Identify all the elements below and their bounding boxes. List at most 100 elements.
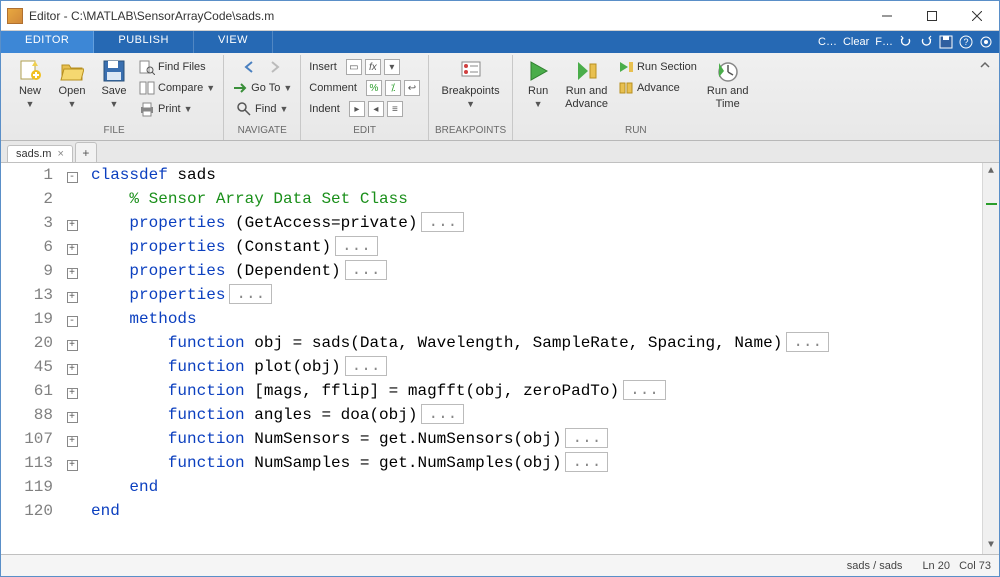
redo-icon[interactable] <box>919 35 933 49</box>
comment-row[interactable]: Comment % ⁒ ↩ <box>307 78 422 98</box>
fold-expand-icon[interactable]: + <box>67 244 78 255</box>
add-tab-button[interactable]: + <box>75 142 97 162</box>
status-position: Ln 20 Col 73 <box>922 560 991 572</box>
group-navigate: Go To ▼ Find ▼ NAVIGATE <box>224 55 301 140</box>
find-label: Find <box>255 103 276 115</box>
indent-right-icon[interactable]: ▸ <box>349 101 365 117</box>
goto-button[interactable]: Go To ▼ <box>230 78 294 98</box>
fold-column[interactable]: - + + + + - + + + + + + <box>61 163 83 554</box>
code-line[interactable]: function NumSamples = get.NumSamples(obj… <box>91 451 982 475</box>
scroll-down-icon[interactable]: ▼ <box>983 537 999 554</box>
insert-label: Insert <box>309 61 337 73</box>
line-number: 120 <box>1 499 53 523</box>
collapse-ribbon[interactable] <box>975 55 995 140</box>
breakpoints-button[interactable]: Breakpoints▼ <box>438 57 504 112</box>
code-line[interactable]: end <box>91 475 982 499</box>
compare-button[interactable]: Compare ▼ <box>137 78 217 98</box>
code-line[interactable]: classdef sads <box>91 163 982 187</box>
save-label: Save <box>101 85 126 97</box>
code-line[interactable]: properties (Dependent)... <box>91 259 982 283</box>
vertical-scrollbar[interactable]: ▲ ▼ <box>982 163 999 554</box>
code-line[interactable]: properties (GetAccess=private)... <box>91 211 982 235</box>
indent-left-icon[interactable]: ◂ <box>368 101 384 117</box>
fold-expand-icon[interactable]: + <box>67 340 78 351</box>
undo-icon[interactable] <box>899 35 913 49</box>
find-icon <box>236 101 252 117</box>
find-button[interactable]: Find ▼ <box>234 99 290 119</box>
line-number: 61 <box>1 379 53 403</box>
line-number: 2 <box>1 187 53 211</box>
fold-expand-icon[interactable]: + <box>67 364 78 375</box>
tab-view[interactable]: VIEW <box>194 31 273 53</box>
run-button[interactable]: Run▼ <box>519 57 557 112</box>
close-icon[interactable]: × <box>57 148 63 160</box>
fold-expand-icon[interactable]: + <box>67 292 78 303</box>
target-icon[interactable] <box>979 35 993 49</box>
line-number: 9 <box>1 259 53 283</box>
insert-section-icon[interactable]: ▭ <box>346 59 362 75</box>
save-button[interactable]: Save▼ <box>95 57 133 112</box>
fold-expand-icon[interactable]: + <box>67 436 78 447</box>
nav-arrows[interactable] <box>240 57 284 77</box>
file-tab-sads[interactable]: sads.m × <box>7 145 73 162</box>
insert-row[interactable]: Insert ▭ fx ▾ <box>307 57 422 77</box>
quick-access-clear[interactable]: Clear <box>843 36 869 48</box>
tab-editor[interactable]: EDITOR <box>1 31 94 53</box>
code-line[interactable]: methods <box>91 307 982 331</box>
compare-icon <box>139 80 155 96</box>
indent-auto-icon[interactable]: ≡ <box>387 101 403 117</box>
quick-access-c[interactable]: C… <box>818 36 837 48</box>
find-files-button[interactable]: Find Files <box>137 57 217 77</box>
comment-wrap-icon[interactable]: ↩ <box>404 80 420 96</box>
group-breakpoints-label: BREAKPOINTS <box>435 125 506 138</box>
run-time-button[interactable]: Run and Time <box>703 57 753 112</box>
fold-collapse-icon[interactable]: - <box>67 316 78 327</box>
new-button[interactable]: New▼ <box>11 57 49 112</box>
code-area[interactable]: classdef sads % Sensor Array Data Set Cl… <box>83 163 982 554</box>
advance-button[interactable]: Advance <box>616 78 699 98</box>
window-title: Editor - C:\MATLAB\SensorArrayCode\sads.… <box>29 9 864 23</box>
save-icon[interactable] <box>939 35 953 49</box>
fold-expand-icon[interactable]: + <box>67 412 78 423</box>
fold-collapse-icon[interactable]: - <box>67 172 78 183</box>
line-number: 20 <box>1 331 53 355</box>
run-advance-button[interactable]: Run and Advance <box>561 57 612 112</box>
fold-expand-icon[interactable]: + <box>67 388 78 399</box>
code-line[interactable]: function NumSensors = get.NumSensors(obj… <box>91 427 982 451</box>
line-gutter: 12369131920456188107113119120 <box>1 163 61 554</box>
fold-expand-icon[interactable]: + <box>67 460 78 471</box>
line-number: 119 <box>1 475 53 499</box>
run-section-button[interactable]: Run Section <box>616 57 699 77</box>
insert-fx-icon[interactable]: fx <box>365 59 381 75</box>
comment-remove-icon[interactable]: ⁒ <box>385 80 401 96</box>
minimize-button[interactable] <box>864 1 909 30</box>
code-line[interactable]: % Sensor Array Data Set Class <box>91 187 982 211</box>
toolstrip: New▼ Open▼ Save▼ Find Files Compare ▼ <box>1 53 999 141</box>
code-line[interactable]: end <box>91 499 982 523</box>
code-line[interactable]: function obj = sads(Data, Wavelength, Sa… <box>91 331 982 355</box>
scroll-up-icon[interactable]: ▲ <box>983 163 999 180</box>
group-run: Run▼ Run and Advance Run Section Advance… <box>513 55 758 140</box>
quick-access-f[interactable]: F… <box>875 36 893 48</box>
maximize-button[interactable] <box>909 1 954 30</box>
print-button[interactable]: Print ▼ <box>137 99 217 119</box>
code-line[interactable]: properties (Constant)... <box>91 235 982 259</box>
fold-expand-icon[interactable]: + <box>67 268 78 279</box>
code-line[interactable]: function plot(obj)... <box>91 355 982 379</box>
fold-expand-icon[interactable]: + <box>67 220 78 231</box>
tab-publish[interactable]: PUBLISH <box>94 31 194 53</box>
forward-icon[interactable] <box>266 60 282 74</box>
line-number: 45 <box>1 355 53 379</box>
insert-more-icon[interactable]: ▾ <box>384 59 400 75</box>
back-icon[interactable] <box>242 60 258 74</box>
code-line[interactable]: function [mags, fflip] = magfft(obj, zer… <box>91 379 982 403</box>
code-line[interactable]: properties... <box>91 283 982 307</box>
indent-row[interactable]: Indent ▸ ◂ ≡ <box>307 99 422 119</box>
code-line[interactable]: function angles = doa(obj)... <box>91 403 982 427</box>
open-button[interactable]: Open▼ <box>53 57 91 112</box>
comment-add-icon[interactable]: % <box>366 80 382 96</box>
line-number: 6 <box>1 235 53 259</box>
advance-label: Advance <box>637 82 680 94</box>
help-icon[interactable]: ? <box>959 35 973 49</box>
close-button[interactable] <box>954 1 999 30</box>
